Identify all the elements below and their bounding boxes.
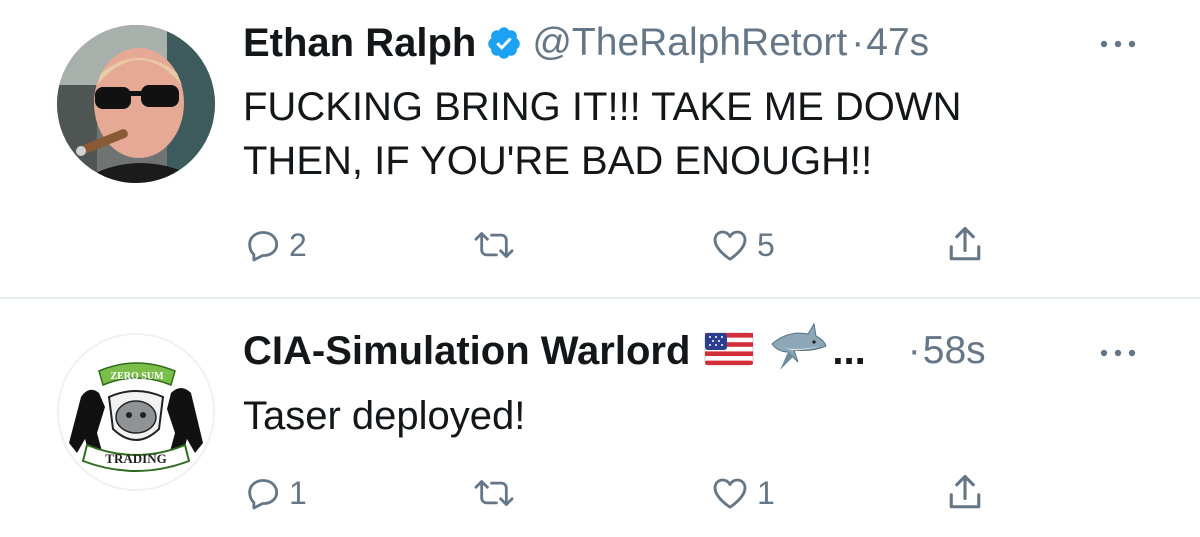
verified-badge-icon (486, 25, 522, 61)
us-flag-icon (704, 331, 754, 372)
timestamp[interactable]: 58s (923, 329, 986, 373)
like-button[interactable]: 5 (709, 222, 775, 268)
like-button[interactable]: 1 (709, 470, 775, 516)
timestamp[interactable]: 47s (866, 21, 929, 65)
like-count: 1 (757, 474, 775, 511)
tweet-header: CIA-Simulation Warlord ... · 58s (243, 322, 986, 376)
reply-count: 2 (289, 226, 307, 263)
tweet-text: FUCKING BRING IT!!! TAKE ME DOWN THEN, I… (243, 85, 962, 183)
reply-icon (248, 479, 279, 510)
reply-button[interactable]: 1 (243, 470, 307, 516)
name-truncation: ... (832, 328, 866, 373)
heart-icon (713, 478, 747, 509)
share-button[interactable] (943, 470, 987, 516)
logo-bottom-text: TRADING (105, 451, 166, 466)
more-icon[interactable] (1098, 343, 1138, 363)
reply-icon (248, 231, 279, 262)
share-icon (949, 226, 981, 261)
retweet-icon (474, 232, 514, 258)
display-name[interactable]: Ethan Ralph (243, 21, 476, 66)
logo-top-text: ZERO SUM (110, 371, 164, 382)
share-icon (949, 474, 981, 509)
user-handle[interactable]: @TheRalphRetort (532, 21, 847, 65)
share-button[interactable] (943, 222, 987, 268)
retweet-button[interactable] (471, 470, 517, 516)
more-icon[interactable] (1098, 34, 1138, 54)
reply-count: 1 (289, 474, 307, 511)
tweet[interactable]: Ethan Ralph @TheRalphRetort · 47s FUCKIN… (0, 0, 1200, 298)
avatar-photo (57, 25, 215, 183)
tweet-text: Taser deployed! (243, 394, 526, 438)
separator-dot: · (851, 21, 865, 64)
separator-dot: · (907, 329, 921, 372)
tweet[interactable]: ZERO SUM TRADING CIA-Simulation Warlord (0, 299, 1200, 537)
tweet-actions: 1 1 (243, 470, 1003, 516)
avatar[interactable]: ZERO SUM TRADING (57, 333, 215, 491)
display-name[interactable]: CIA-Simulation Warlord (243, 329, 690, 374)
avatar[interactable] (57, 25, 215, 183)
reply-button[interactable]: 2 (243, 222, 307, 268)
like-count: 5 (757, 226, 775, 263)
retweet-button[interactable] (471, 222, 517, 268)
retweet-icon (474, 480, 514, 506)
tweet-actions: 2 5 (243, 222, 1003, 268)
heart-icon (713, 230, 747, 261)
tweet-header: Ethan Ralph @TheRalphRetort · 47s (243, 18, 929, 68)
shark-icon (768, 322, 830, 381)
zero-sum-trading-logo-icon: ZERO SUM TRADING (59, 335, 213, 489)
